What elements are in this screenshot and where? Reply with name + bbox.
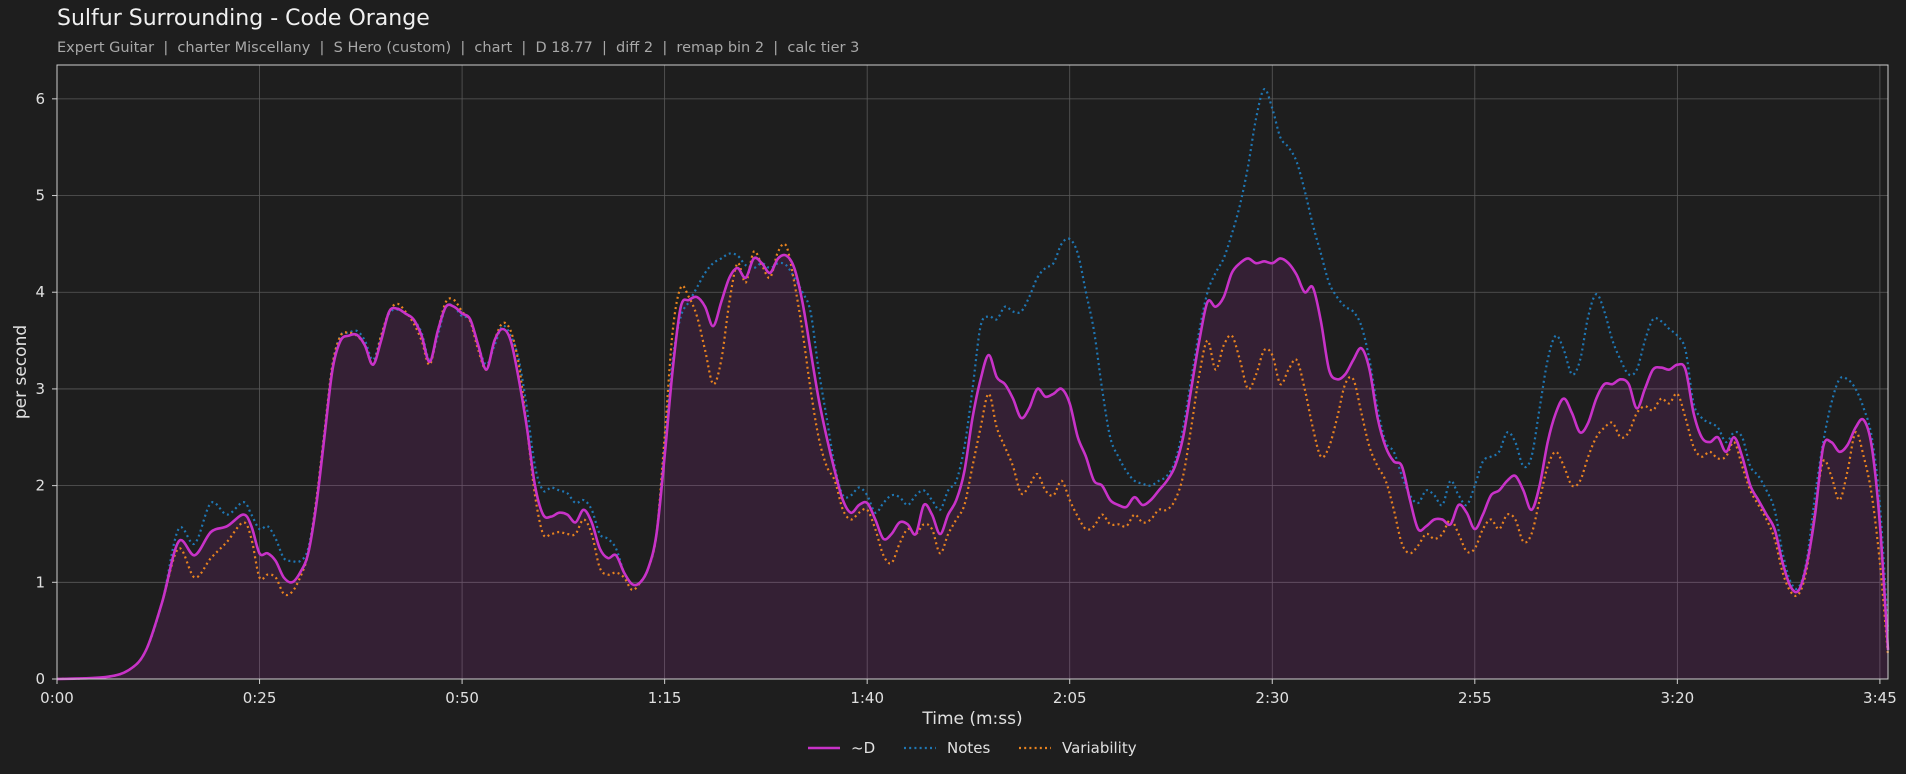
legend-label-0: ~D xyxy=(851,739,875,757)
x-tick-label: 0:25 xyxy=(243,689,277,707)
series-area-0 xyxy=(57,254,1888,680)
x-tick-label: 0:00 xyxy=(40,689,74,707)
x-tick-label: 2:05 xyxy=(1053,689,1087,707)
y-tick-label: 3 xyxy=(35,380,45,398)
x-tick-label: 1:15 xyxy=(648,689,682,707)
y-tick-label: 0 xyxy=(35,670,45,688)
x-tick-label: 1:40 xyxy=(850,689,884,707)
x-tick-label: 0:50 xyxy=(445,689,479,707)
legend-label-1: Notes xyxy=(947,739,991,757)
x-axis-label: Time (m:ss) xyxy=(921,709,1022,729)
legend-label-2: Variability xyxy=(1062,739,1137,757)
y-tick-label: 5 xyxy=(35,187,45,205)
x-tick-label: 3:20 xyxy=(1661,689,1695,707)
y-axis-label: per second xyxy=(11,325,31,419)
x-tick-label: 2:55 xyxy=(1458,689,1492,707)
y-tick-label: 4 xyxy=(35,283,45,301)
y-tick-label: 1 xyxy=(35,573,45,591)
area-fill-layer xyxy=(57,254,1888,680)
legend: ~D Notes Variability xyxy=(808,739,1137,757)
chart-canvas: 0:00 0:25 0:50 1:15 1:40 2:05 2:30 2:55 3:20 3:45… xyxy=(11,64,1897,757)
y-tick-label: 2 xyxy=(35,477,45,495)
x-tick-label: 3:45 xyxy=(1863,689,1897,707)
x-tick-label: 2:30 xyxy=(1255,689,1289,707)
y-tick-label: 6 xyxy=(35,90,45,108)
